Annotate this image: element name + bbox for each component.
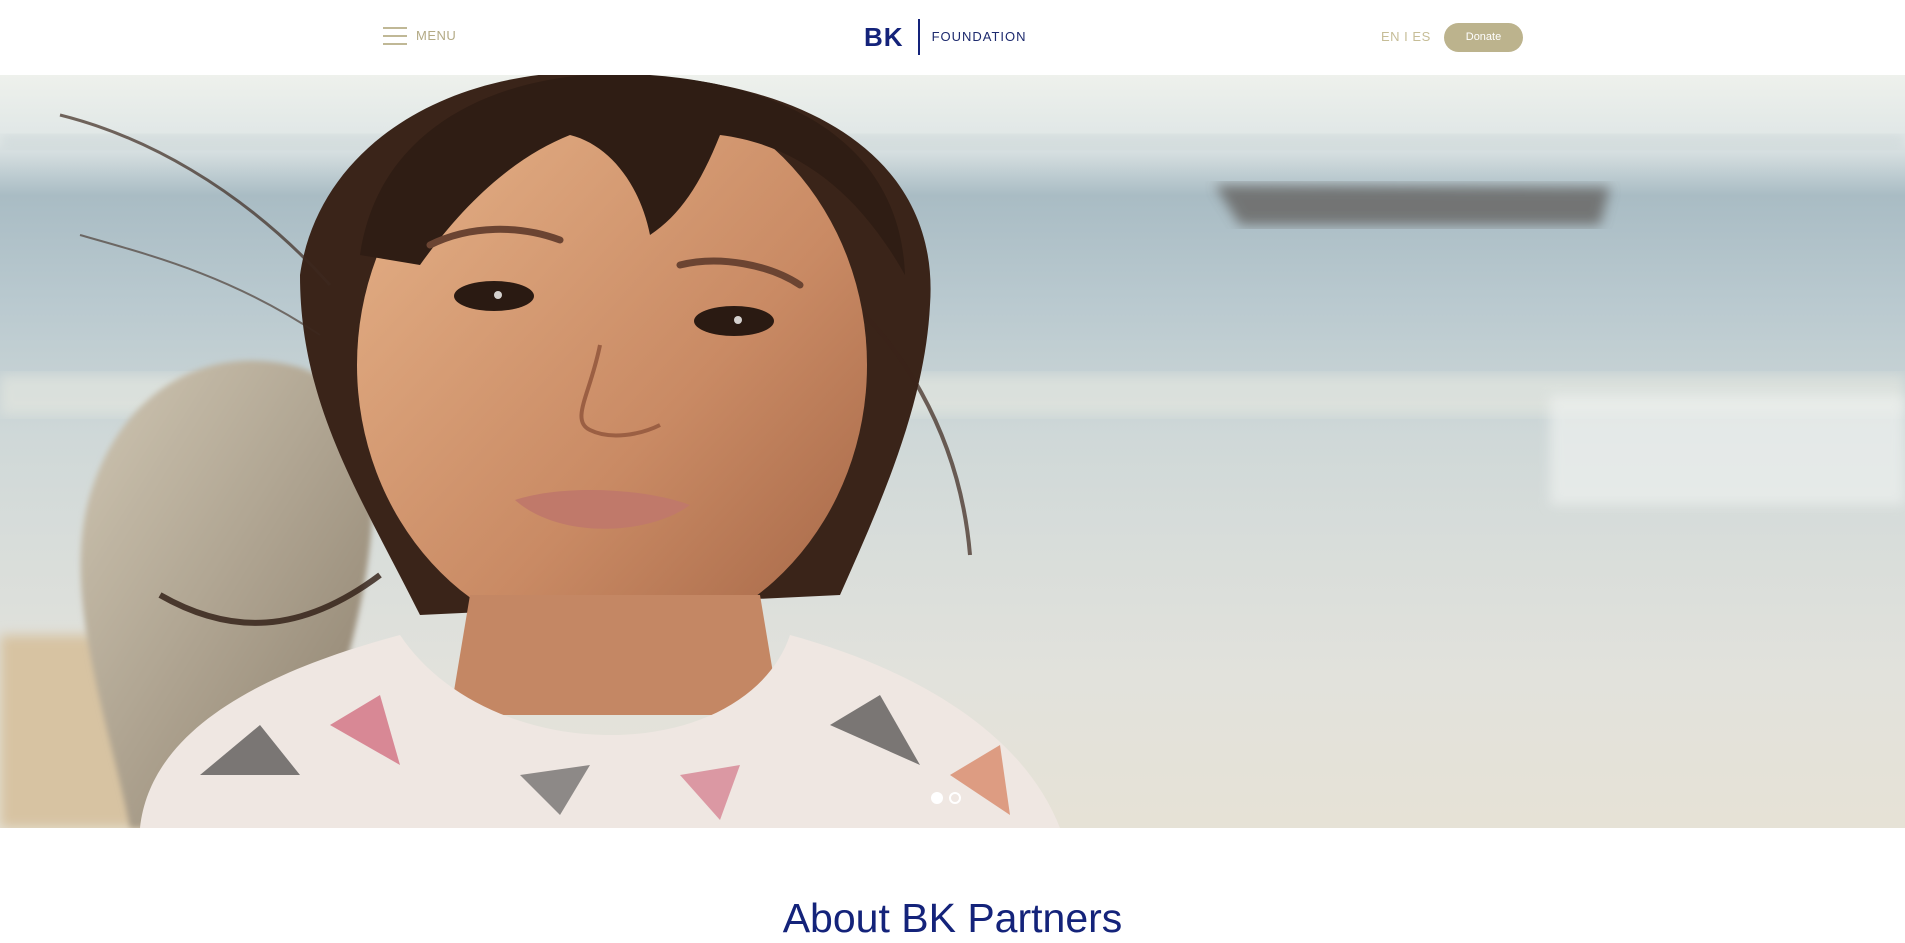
menu-label: MENU bbox=[416, 28, 457, 43]
carousel-dots bbox=[931, 792, 961, 804]
logo-divider bbox=[917, 19, 920, 55]
menu-button[interactable]: MENU bbox=[383, 27, 456, 45]
carousel-dot-1[interactable] bbox=[931, 792, 943, 804]
hero-photo bbox=[0, 75, 1905, 828]
about-section-title: About BK Partners bbox=[782, 895, 1123, 941]
logo-mark: BK bbox=[864, 22, 904, 52]
site-header: MENU BK FOUNDATION EN I ES Donate bbox=[0, 0, 1905, 75]
logo-wordmark: FOUNDATION bbox=[931, 29, 1027, 44]
carousel-dot-2[interactable] bbox=[949, 792, 961, 804]
hamburger-menu-icon bbox=[383, 27, 407, 45]
donate-button[interactable]: Donate bbox=[1444, 23, 1523, 52]
language-switch[interactable]: EN I ES bbox=[1381, 28, 1431, 46]
bk-foundation-logo[interactable]: BK FOUNDATION bbox=[864, 19, 1027, 55]
hero-carousel bbox=[0, 75, 1905, 828]
